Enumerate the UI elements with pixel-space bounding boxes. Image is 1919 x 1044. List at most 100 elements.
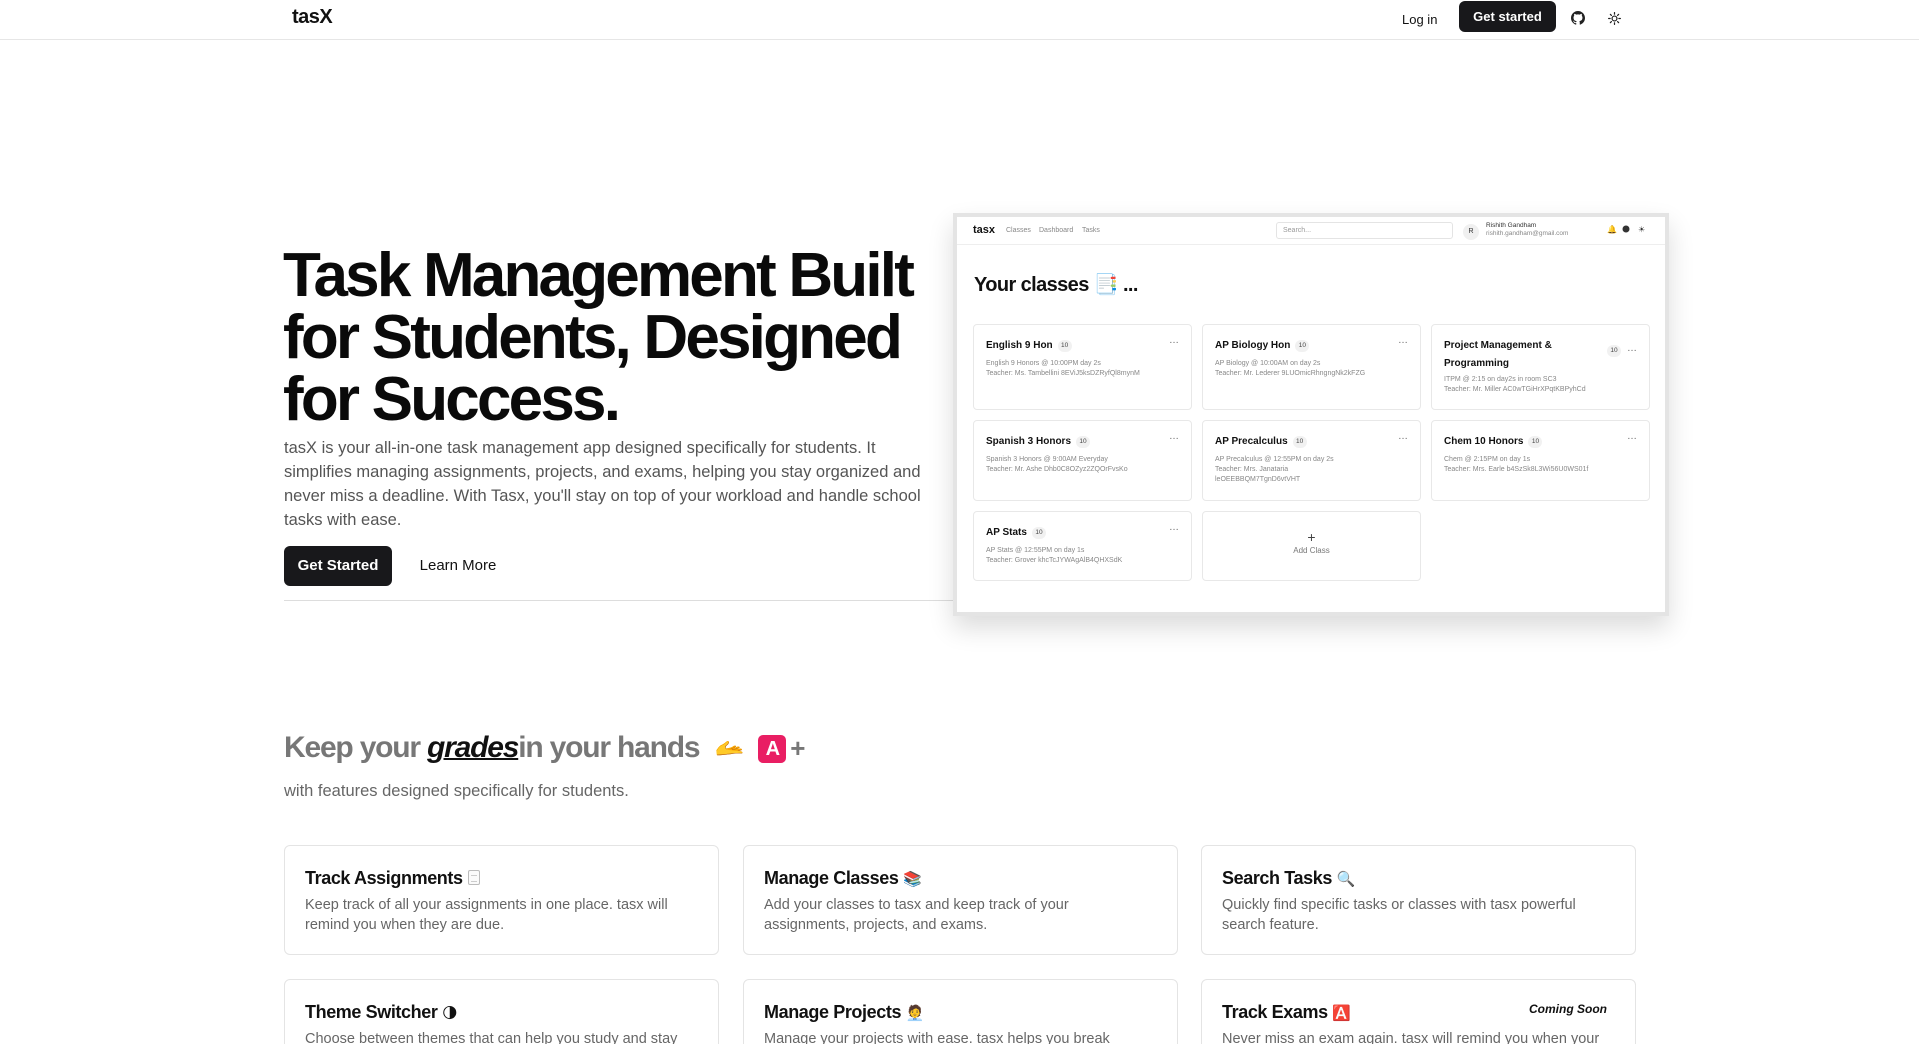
- class-card-title: Chem 10 Honors: [1444, 436, 1524, 447]
- class-card[interactable]: English 9 Hon 10 … English 9 Honors @ 10:…: [973, 324, 1192, 410]
- top-navbar: tasX Log in Get started: [0, 0, 1919, 40]
- class-card-menu-icon[interactable]: …: [1627, 343, 1637, 354]
- preview-avatar[interactable]: R: [1463, 224, 1479, 240]
- hero-title: Task Management Built for Students, Desi…: [283, 241, 915, 434]
- class-card-details: AP Precalculus @ 12:55PM on day 2s Teach…: [1215, 455, 1408, 485]
- class-card-teacher: Teacher: Mr. Ashe Dhb0C8OZyz2ZQOrFvsKo: [986, 466, 1128, 473]
- add-class-label: Add Class: [1293, 546, 1330, 555]
- class-card-count: 10: [1295, 340, 1310, 352]
- preview-user-email: rishith.gandham@gmail.com: [1486, 230, 1569, 237]
- get-started-button[interactable]: Get Started: [284, 546, 392, 586]
- class-card-count: 10: [1607, 345, 1621, 357]
- class-card-teacher: Teacher: Ms. Tambellini 8EViJ5ksDZRyfQl8…: [986, 370, 1140, 377]
- plus-icon: +: [1307, 529, 1316, 545]
- add-class-card[interactable]: + Add Class: [1202, 511, 1421, 581]
- class-card-menu-icon[interactable]: …: [1398, 431, 1408, 442]
- feature-description: Never miss an exam again. tasx will remi…: [1222, 1031, 1600, 1044]
- hand-emoji-icon: 🫴: [714, 735, 744, 763]
- class-card-menu-icon[interactable]: …: [1398, 335, 1408, 346]
- features-heading: Keep your gradesin your hands 🫴 A +: [284, 728, 805, 769]
- class-card-details: Chem @ 2:15PM on day 1s Teacher: Mrs. Ea…: [1444, 455, 1637, 475]
- class-card[interactable]: Chem 10 Honors 10 … Chem @ 2:15PM on day …: [1431, 420, 1650, 501]
- theme-sun-icon[interactable]: [1602, 6, 1626, 30]
- a-blood-type-icon: 🅰️: [1332, 1005, 1351, 1022]
- preview-github-icon[interactable]: [1622, 225, 1630, 235]
- half-moon-icon: 🌗: [442, 1005, 458, 1022]
- class-card-title: AP Precalculus: [1215, 436, 1288, 447]
- magnifier-icon: 🔍: [1336, 871, 1356, 888]
- feature-description: Quickly find specific tasks or classes w…: [1222, 897, 1576, 933]
- get-started-nav-button[interactable]: Get started: [1459, 1, 1556, 32]
- class-card-count: 10: [1031, 527, 1046, 539]
- class-card-count: 10: [1057, 340, 1072, 352]
- hero-description: tasX is your all-in-one task management …: [284, 439, 921, 529]
- class-card[interactable]: Project Management & Programming 10 … IT…: [1431, 324, 1650, 410]
- class-card-schedule: AP Stats @ 12:55PM on day 1s: [986, 547, 1085, 554]
- class-card[interactable]: AP Biology Hon 10 … AP Biology @ 10:00AM …: [1202, 324, 1421, 410]
- preview-classes-heading: Your classes 📑 ...: [974, 274, 1138, 296]
- class-card-schedule: ITPM @ 2:15 on day2s in room SC3: [1444, 376, 1557, 383]
- class-card-count: 10: [1292, 436, 1307, 448]
- class-card[interactable]: AP Stats 10 … AP Stats @ 12:55PM on day 1…: [973, 511, 1192, 581]
- class-card-teacher: Teacher: Grover khcTcJYWAgAlB4QHXSdK: [986, 557, 1123, 564]
- feature-title: Track Exams: [1222, 1002, 1328, 1022]
- feature-title: Track Assignments: [305, 868, 463, 888]
- class-card-menu-icon[interactable]: …: [1169, 335, 1179, 346]
- feature-title: Theme Switcher: [305, 1002, 438, 1022]
- feature-card: Theme Switcher 🌗 Choose between themes t…: [284, 979, 719, 1044]
- preview-nav-classes[interactable]: Classes: [1006, 227, 1031, 234]
- feature-description: Add your classes to tasx and keep track …: [764, 897, 1069, 933]
- class-card-title: AP Biology Hon: [1215, 340, 1291, 351]
- github-icon[interactable]: [1566, 6, 1590, 30]
- login-link[interactable]: Log in: [1390, 7, 1449, 33]
- class-card-count: 10: [1528, 436, 1543, 448]
- features-subtitle: with features designed specifically for …: [284, 782, 629, 800]
- features-heading-post: in your hands: [518, 731, 700, 764]
- preview-bell-icon[interactable]: 🔔: [1607, 225, 1617, 234]
- class-card-menu-icon[interactable]: …: [1627, 431, 1637, 442]
- class-card-menu-icon[interactable]: …: [1169, 431, 1179, 442]
- feature-description: Keep track of all your assignments in on…: [305, 897, 668, 933]
- class-card-schedule: Chem @ 2:15PM on day 1s: [1444, 456, 1531, 463]
- preview-nav-tasks[interactable]: Tasks: [1082, 227, 1100, 234]
- class-card-title: Spanish 3 Honors: [986, 436, 1072, 447]
- class-card-title: English 9 Hon: [986, 340, 1053, 351]
- grade-a-icon: A: [758, 735, 787, 764]
- feature-description: Choose between themes that can help you …: [305, 1031, 678, 1044]
- class-card-schedule: Spanish 3 Honors @ 9:00AM Everyday: [986, 456, 1108, 463]
- feature-card: Manage Classes 📚 Add your classes to tas…: [743, 845, 1178, 955]
- feature-title: Search Tasks: [1222, 868, 1332, 888]
- grade-plus-icon: +: [790, 733, 805, 763]
- class-card[interactable]: AP Precalculus 10 … AP Precalculus @ 12:5…: [1202, 420, 1421, 501]
- features-heading-emphasis: grades: [427, 731, 519, 764]
- feature-description: Manage your projects with ease. tasx hel…: [764, 1031, 1110, 1044]
- feature-card: Track Exams 🅰️ Coming Soon Never miss an…: [1201, 979, 1636, 1044]
- learn-more-button[interactable]: Learn More: [406, 546, 510, 586]
- class-card[interactable]: Spanish 3 Honors 10 … Spanish 3 Honors @ …: [973, 420, 1192, 501]
- class-card-teacher: Teacher: Mr. Lederer 9LUOmicRhngngNk2kFZ…: [1215, 370, 1366, 377]
- class-card-teacher: Teacher: Mr. Miller AC0wTGiHrXPqtKBPyhCd: [1444, 386, 1586, 393]
- class-card-teacher: Teacher: Mrs. Earle b4SzSk8L3Wi56U0WS01f: [1444, 466, 1589, 473]
- books-icon: 📚: [903, 871, 922, 888]
- feature-title: Manage Projects: [764, 1002, 902, 1022]
- class-card-details: AP Stats @ 12:55PM on day 1s Teacher: Gr…: [986, 546, 1179, 566]
- feature-card: Manage Projects 🧑‍💼 Manage your projects…: [743, 979, 1178, 1044]
- preview-sun-icon[interactable]: ☀: [1638, 225, 1645, 234]
- preview-brand: tasx: [973, 224, 996, 236]
- preview-navbar: tasx Classes Dashboard Tasks Search... R…: [957, 217, 1665, 245]
- coming-soon-badge: Coming Soon: [1529, 1002, 1607, 1016]
- hero-divider: [284, 600, 954, 601]
- class-card-menu-icon[interactable]: …: [1169, 522, 1179, 533]
- class-card-details: AP Biology @ 10:00AM on day 2s Teacher: …: [1215, 359, 1408, 379]
- class-card-schedule: AP Precalculus @ 12:55PM on day 2s: [1215, 456, 1334, 463]
- features-heading-pre: Keep your: [284, 731, 421, 764]
- preview-nav-dashboard[interactable]: Dashboard: [1039, 227, 1073, 234]
- class-card-details: Spanish 3 Honors @ 9:00AM Everyday Teach…: [986, 455, 1179, 475]
- class-card-details: English 9 Honors @ 10:00PM day 2s Teache…: [986, 359, 1179, 379]
- class-card-schedule: AP Biology @ 10:00AM on day 2s: [1215, 360, 1321, 367]
- preview-search-input[interactable]: Search...: [1276, 222, 1453, 239]
- app-preview-screenshot: tasx Classes Dashboard Tasks Search... R…: [953, 213, 1669, 616]
- brand-logo[interactable]: tasX: [292, 6, 333, 29]
- class-card-title: Project Management & Programming: [1444, 340, 1552, 369]
- feature-card: Track Assignments Keep track of all your…: [284, 845, 719, 955]
